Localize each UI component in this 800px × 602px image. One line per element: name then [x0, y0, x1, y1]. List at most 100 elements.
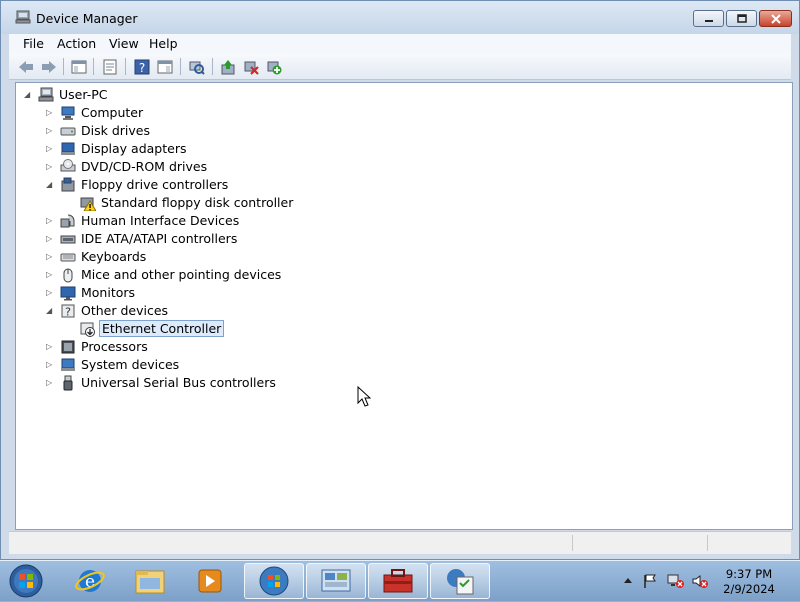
- tree-node-label: Monitors: [81, 285, 136, 300]
- show-hide-console-tree-icon[interactable]: [70, 58, 88, 75]
- device-manager-icon: [15, 10, 31, 24]
- clock-date: 2/9/2024: [723, 582, 775, 596]
- tree-node-label: Computer: [81, 105, 144, 120]
- control-panel-icon: [321, 569, 351, 592]
- computer-icon: [60, 105, 76, 121]
- tree-node-label: Human Interface Devices: [81, 213, 240, 228]
- scan-hardware-icon[interactable]: [188, 58, 206, 75]
- expand-arrow-icon[interactable]: ▷: [46, 145, 54, 153]
- close-button[interactable]: [759, 10, 792, 27]
- root-computer-icon: [38, 87, 54, 103]
- expand-arrow-icon[interactable]: ▷: [46, 127, 54, 135]
- tree-node-label: Ethernet Controller: [99, 320, 225, 337]
- volume-muted-icon[interactable]: [691, 573, 708, 589]
- svg-text:?: ?: [65, 306, 71, 319]
- expand-arrow-icon[interactable]: ▷: [46, 109, 54, 117]
- tree-node-label: Processors: [81, 339, 148, 354]
- expand-arrow-icon[interactable]: ▷: [46, 253, 54, 261]
- device-tree[interactable]: ◢ User-PC ▷ Computer ▷ Disk drives ▷ Display ad…: [15, 82, 793, 530]
- windows-explorer-icon: [135, 570, 165, 594]
- mouse-icon: [60, 267, 76, 283]
- floppy-controller-icon: [60, 177, 76, 193]
- show-hidden-icons-icon[interactable]: [620, 573, 636, 589]
- expand-arrow-icon[interactable]: ▷: [46, 289, 54, 297]
- taskbar-internet-explorer[interactable]: e: [62, 563, 118, 599]
- taskbar-toolbox[interactable]: [368, 563, 428, 599]
- expand-arrow-icon[interactable]: ▷: [46, 163, 54, 171]
- maximize-button[interactable]: [726, 10, 757, 27]
- ide-controller-icon: [60, 231, 76, 247]
- start-orb-icon: [9, 564, 43, 598]
- menu-file[interactable]: File: [17, 35, 50, 53]
- menu-help[interactable]: Help: [143, 35, 184, 53]
- taskbar-media-player[interactable]: [182, 563, 238, 599]
- processor-icon: [60, 339, 76, 355]
- internet-explorer-icon: e: [75, 570, 105, 592]
- toolbox-icon: [383, 569, 413, 593]
- tree-node-label: Mice and other pointing devices: [81, 267, 282, 282]
- status-bar: [9, 531, 791, 554]
- expand-arrow-icon[interactable]: ▷: [46, 217, 54, 225]
- action-center-flag-icon[interactable]: [642, 573, 658, 589]
- tree-node-label: Universal Serial Bus controllers: [81, 375, 276, 390]
- disk-drive-icon: [60, 123, 76, 139]
- network-disconnected-icon[interactable]: [667, 573, 684, 589]
- svg-text:?: ?: [139, 61, 145, 75]
- toolbar-separator: [63, 58, 64, 75]
- collapse-arrow-icon[interactable]: ◢: [46, 181, 54, 189]
- media-player-icon: [198, 569, 222, 593]
- taskbar-control-panel[interactable]: [306, 563, 366, 599]
- expand-arrow-icon[interactable]: ▷: [46, 271, 54, 279]
- system-clock[interactable]: 9:37 PM 2/9/2024: [716, 567, 782, 597]
- mouse-cursor-icon: [357, 386, 371, 407]
- windows-orb-icon: [259, 566, 289, 596]
- expand-arrow-icon[interactable]: ▷: [46, 235, 54, 243]
- status-divider: [572, 535, 573, 551]
- uninstall-icon[interactable]: [242, 58, 260, 75]
- toolbar-separator: [180, 58, 181, 75]
- menu-view[interactable]: View: [103, 35, 145, 53]
- device-manager-window: Device Manager File Action View Help ? ◢…: [0, 0, 800, 560]
- enable-device-icon[interactable]: [265, 58, 283, 75]
- action-pane-icon[interactable]: [156, 58, 174, 75]
- tree-node-label: IDE ATA/ATAPI controllers: [81, 231, 238, 246]
- unknown-device-icon: ?: [60, 303, 76, 319]
- status-divider: [707, 535, 708, 551]
- tree-node-label: Keyboards: [81, 249, 147, 264]
- tree-node-label: System devices: [81, 357, 180, 372]
- update-driver-icon[interactable]: [219, 58, 237, 75]
- toolbar-separator: [93, 58, 94, 75]
- expand-arrow-icon[interactable]: ▷: [46, 361, 54, 369]
- monitor-icon: [60, 285, 76, 301]
- clock-time: 9:37 PM: [725, 567, 773, 581]
- minimize-icon: [704, 19, 713, 22]
- close-icon: [770, 13, 781, 24]
- collapse-arrow-icon[interactable]: ◢: [24, 91, 32, 99]
- disabled-device-icon: [80, 321, 96, 337]
- properties-icon[interactable]: [101, 58, 119, 75]
- tree-node-label: Other devices: [81, 303, 169, 318]
- tree-node-label: Floppy drive controllers: [81, 177, 229, 192]
- help-icon[interactable]: ?: [133, 58, 151, 75]
- forward-arrow-icon[interactable]: [40, 58, 58, 75]
- taskbar-device-manager[interactable]: [430, 563, 490, 599]
- toolbar-separator: [125, 58, 126, 75]
- tree-node-label: Display adapters: [81, 141, 187, 156]
- expand-arrow-icon[interactable]: ▷: [46, 379, 54, 387]
- menu-action[interactable]: Action: [51, 35, 102, 53]
- hid-icon: [60, 213, 76, 229]
- start-button[interactable]: [0, 563, 52, 599]
- taskbar-windows-update[interactable]: [244, 563, 304, 599]
- expand-arrow-icon[interactable]: ▷: [46, 343, 54, 351]
- back-arrow-icon[interactable]: [17, 58, 35, 75]
- minimize-button[interactable]: [693, 10, 724, 27]
- collapse-arrow-icon[interactable]: ◢: [46, 307, 54, 315]
- taskbar-windows-explorer[interactable]: [122, 563, 178, 599]
- system-device-icon: [60, 357, 76, 373]
- task-checklist-icon: [447, 569, 474, 595]
- title-bar[interactable]: Device Manager: [1, 1, 799, 34]
- restore-icon: [736, 13, 747, 23]
- tree-node-label: User-PC: [59, 87, 108, 102]
- taskbar: e 9:37 PM 2/9/2024: [0, 560, 800, 601]
- menu-bar: File Action View Help: [9, 34, 791, 54]
